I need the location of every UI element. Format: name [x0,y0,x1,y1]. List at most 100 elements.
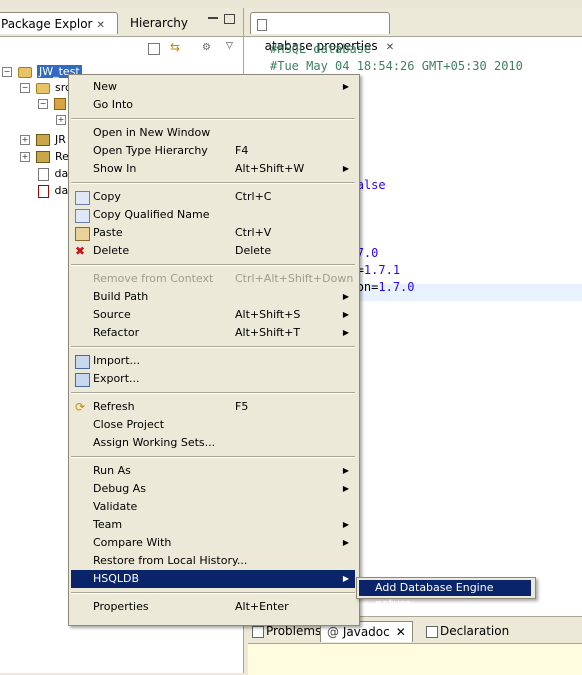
menu-item-label: Delete [93,244,130,257]
expand-icon[interactable]: + [20,152,30,162]
menu-item-shortcut: Ctrl+Alt+Shift+Down [235,272,354,285]
code-value: 1.7.0 [378,280,415,294]
properties-file-icon [257,18,267,31]
menu-item-debug-as[interactable]: Debug As ▶ [71,480,355,498]
copy-qualified-icon [75,209,90,223]
menu-item-assign-working-sets[interactable]: Assign Working Sets... [71,434,355,452]
tree-item-src[interactable]: − src [20,80,71,96]
menu-item-shortcut: Ctrl+V [235,226,272,239]
submenu-arrow-icon: ▶ [342,520,349,529]
menu-item-label: Show In [93,162,137,175]
tab-hierarchy-label: Hierarchy [130,16,189,30]
submenu-arrow-icon: ▶ [342,538,349,547]
close-icon[interactable]: ✕ [386,42,394,53]
view-menu-icon[interactable]: ⚙ [202,42,214,54]
collapse-icon[interactable]: − [20,83,30,93]
menu-item-import[interactable]: Import... [71,352,355,370]
menu-item-properties[interactable]: Properties Alt+Enter [71,598,355,616]
problems-icon [252,625,264,638]
tab-package-explorer-label: Package Explor [1,17,93,31]
menu-item-label: Copy [93,190,121,203]
menu-item-label: Restore from Local History... [93,554,248,567]
tab-declaration[interactable]: Declaration [424,621,509,641]
close-icon[interactable]: ✕ [96,20,104,31]
menu-item-new[interactable]: New ▶ [71,78,355,96]
menu-item-label: Build Path [93,290,149,303]
package-icon [53,98,66,110]
menu-item-team[interactable]: Team ▶ [71,516,355,534]
link-with-editor-icon[interactable]: ⇆ [170,41,184,54]
tree-item-referenced[interactable]: + Re [20,149,69,165]
menu-item-label: Paste [93,226,123,239]
menu-item-add-database-engine-nature[interactable]: Add Database Engine nature [359,580,531,610]
paste-icon [75,227,90,241]
menu-item-validate[interactable]: Validate [71,498,355,516]
collapse-icon[interactable]: − [38,99,48,109]
menu-item-source[interactable]: Source Alt+Shift+S ▶ [71,306,355,324]
code-line[interactable]: #HSQL database [270,41,371,58]
close-icon[interactable]: ✕ [396,625,406,639]
menu-item-close-project[interactable]: Close Project [71,416,355,434]
menu-item-shortcut: F5 [235,400,249,413]
project-folder-icon [17,66,32,78]
code-comment: #HSQL database [270,42,372,56]
menu-item-delete[interactable]: ✖ Delete Delete [71,242,355,260]
menu-item-export[interactable]: Export... [71,370,355,388]
submenu-arrow-icon: ▶ [342,292,349,301]
tab-declaration-label: Declaration [440,624,510,638]
menu-item-compare-with[interactable]: Compare With ▶ [71,534,355,552]
menu-item-shortcut: Delete [235,244,272,257]
tree-item-package[interactable]: − [38,96,68,112]
context-menu: New ▶ Go Into Open in New Window Open Type H… [68,74,360,626]
menu-item-label: Validate [93,500,138,513]
collapse-icon[interactable]: − [2,67,12,77]
file-icon [38,184,49,198]
menu-item-label: Debug As [93,482,146,495]
tab-database-properties[interactable]: database.properties ✕ [250,12,394,53]
tree-item-file1-label: da [54,167,69,180]
menu-item-label: Import... [93,354,140,367]
menu-item-shortcut: Alt+Shift+W [235,162,305,175]
menu-item-refresh[interactable]: ⟳ Refresh F5 [71,398,355,416]
menu-item-label: Source [93,308,131,321]
tree-item-file2[interactable]: da [36,183,68,199]
menu-item-label: New [93,80,117,93]
tab-hierarchy[interactable]: Hierarchy [124,12,202,34]
collapse-all-icon[interactable] [148,43,160,55]
chevron-down-icon[interactable]: ▽ [226,41,233,51]
menu-item-shortcut: Alt+Shift+S [235,308,301,321]
menu-item-build-path[interactable]: Build Path ▶ [71,288,355,306]
minimize-icon[interactable] [208,17,218,19]
menu-item-restore-from-local-history[interactable]: Restore from Local History... [71,552,355,570]
menu-item-run-as[interactable]: Run As ▶ [71,462,355,480]
menu-item-paste[interactable]: Paste Ctrl+V [71,224,355,242]
menu-separator [71,118,355,120]
menu-separator [71,182,355,184]
expand-icon[interactable]: + [56,115,66,125]
submenu-arrow-icon: ▶ [342,484,349,493]
menu-item-remove-from-context: Remove from Context Ctrl+Alt+Shift+Down [71,270,355,288]
export-icon [75,373,90,387]
menu-item-refactor[interactable]: Refactor Alt+Shift+T ▶ [71,324,355,342]
menu-item-shortcut: Alt+Shift+T [235,326,301,339]
menu-item-label: Open in New Window [93,126,211,139]
menu-item-label: Team [93,518,123,531]
menu-item-label: Compare With [93,536,172,549]
menu-item-open-in-new-window[interactable]: Open in New Window [71,124,355,142]
menu-item-copy[interactable]: Copy Ctrl+C [71,188,355,206]
menu-item-go-into[interactable]: Go Into [71,96,355,114]
tab-package-explorer[interactable]: Package Explor ✕ [0,12,118,34]
expand-icon[interactable]: + [20,135,30,145]
at-icon: @ [327,625,339,639]
menu-item-open-type-hierarchy[interactable]: Open Type Hierarchy F4 [71,142,355,160]
tree-item-jre[interactable]: + JR [20,132,66,148]
menu-item-label: Go Into [93,98,134,111]
code-value: 1.7.1 [363,263,401,277]
menu-item-hsqldb[interactable]: HSQLDB ▶ [71,570,355,588]
tree-item-file1[interactable]: da [36,166,68,182]
menu-item-show-in[interactable]: Show In Alt+Shift+W ▶ [71,160,355,178]
code-line[interactable]: #Tue May 04 18:54:26 GMT+05:30 2010 [270,58,523,75]
maximize-icon[interactable] [224,14,235,24]
tree-item-file[interactable]: + [56,112,66,128]
menu-item-copy-qualified-name[interactable]: Copy Qualified Name [71,206,355,224]
